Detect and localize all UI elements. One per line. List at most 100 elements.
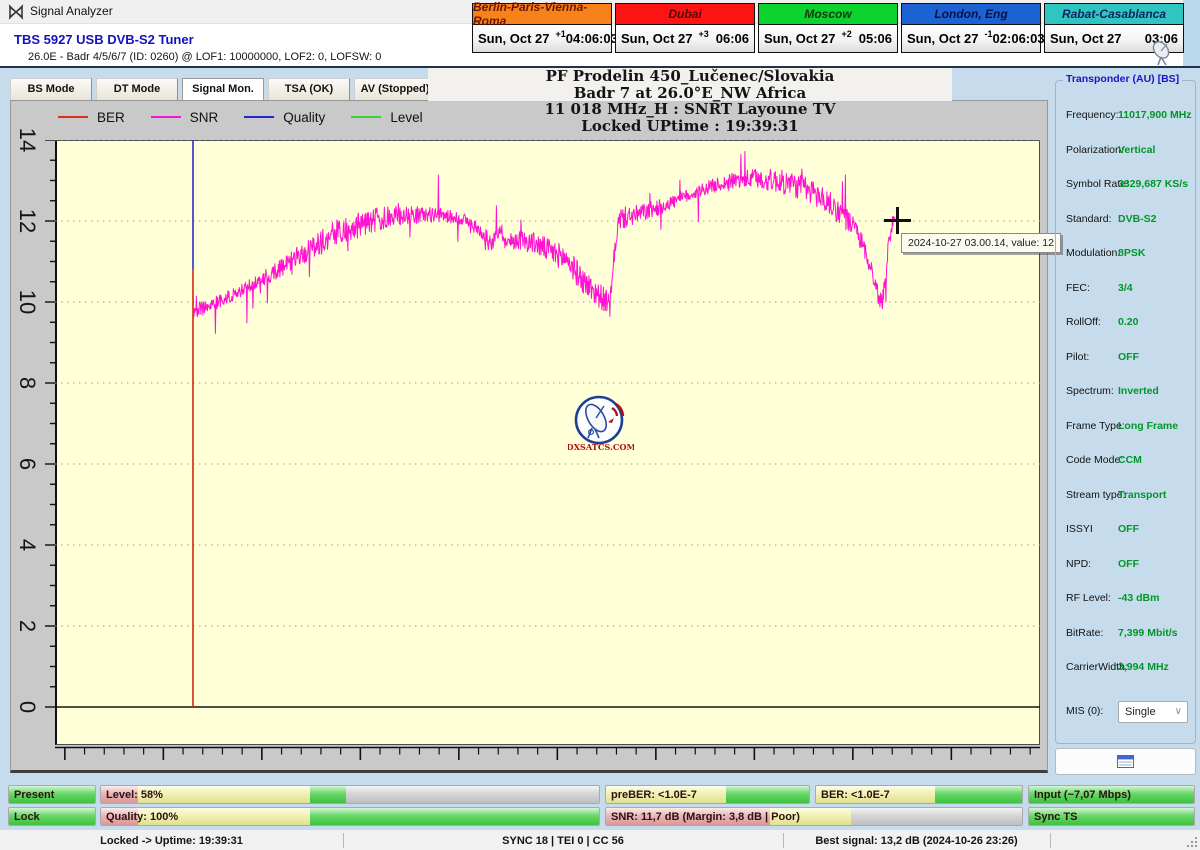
- tab-av-stopped[interactable]: AV (Stopped): [354, 78, 436, 101]
- clock-date: Sun, Oct 27: [764, 31, 836, 46]
- mode-tabs: BS ModeDT ModeSignal Mon.TSA (OK)AV (Sto…: [10, 78, 436, 101]
- satellite-dish-icon: [1148, 40, 1178, 66]
- status-bar-input: Input (~7,07 Mbps): [1028, 785, 1195, 804]
- status-bar-level: Level: 58%: [100, 785, 600, 804]
- clock-city: Berlin-Paris-Vienna-Roma: [473, 4, 611, 25]
- header-line-uptime: Locked UPtime : 19:39:31: [430, 118, 950, 135]
- field-value-9: Long Frame: [1118, 420, 1178, 432]
- crosshair-cursor-v: [896, 207, 899, 234]
- field-label-14: RF Level:: [1066, 592, 1111, 604]
- y-tick-label: 4: [14, 532, 40, 558]
- statusbar-separator: [1050, 833, 1051, 848]
- legend-label: BER: [97, 110, 125, 125]
- tab-signal-mon[interactable]: Signal Mon.: [182, 78, 264, 101]
- clock-utc-offset: -1: [985, 29, 993, 39]
- statusbar-section-2: SYNC 18 | TEI 0 | CC 56: [343, 830, 783, 850]
- field-value-5: 3/4: [1118, 282, 1133, 294]
- x-axis-ticks: [55, 746, 1040, 764]
- chart-header: PF Prodelin 450_Lučenec/Slovakia Badr 7 …: [430, 68, 950, 134]
- legend-item-snr: SNR: [151, 110, 219, 125]
- legend-label: Quality: [283, 110, 325, 125]
- mis-selected-value: Single: [1125, 706, 1156, 718]
- y-tick-label: 0: [14, 694, 40, 720]
- field-label-12: ISSYI: [1066, 523, 1093, 535]
- status-bar-label: Level: 58%: [106, 789, 163, 801]
- field-value-2: 3329,687 KS/s: [1118, 178, 1188, 190]
- app-logo-icon: [8, 4, 24, 20]
- clock-utc-offset: +2: [842, 29, 852, 39]
- field-value-3: DVB-S2: [1118, 213, 1157, 225]
- clock-city: London, Eng: [902, 4, 1040, 25]
- legend-swatch: [244, 116, 274, 118]
- field-label-6: RollOff:: [1066, 316, 1101, 328]
- value-tooltip: 2024-10-27 03.00.14, value: 12: [901, 233, 1061, 253]
- clock-city: Rabat-Casablanca: [1045, 4, 1183, 25]
- status-bar-syncts: Sync TS: [1028, 807, 1195, 826]
- status-bar-quality: Quality: 100%: [100, 807, 600, 826]
- clock-date: Sun, Oct 27: [907, 31, 979, 46]
- clock-utc-offset: +1: [556, 29, 566, 39]
- tuner-subtitle: 26.0E - Badr 4/5/6/7 (ID: 0260) @ LOF1: …: [28, 51, 381, 63]
- legend-label: Level: [390, 110, 422, 125]
- clock-time: 05:06: [859, 31, 892, 46]
- world-clock-2: DubaiSun, Oct 27+306:06: [615, 3, 755, 53]
- status-bar-preber: preBER: <1.0E-7: [605, 785, 810, 804]
- legend-item-quality: Quality: [244, 110, 325, 125]
- field-label-5: FEC:: [1066, 282, 1090, 294]
- clock-date: Sun, Oct 27: [621, 31, 693, 46]
- field-label-8: Spectrum:: [1066, 385, 1114, 397]
- status-bar-snr: SNR: 11,7 dB (Margin: 3,8 dB | Poor): [605, 807, 1023, 826]
- resize-grip[interactable]: [1186, 836, 1198, 848]
- field-value-11: Transport: [1118, 489, 1166, 501]
- y-axis-ticks: [38, 140, 55, 745]
- list-icon: [1117, 755, 1134, 768]
- legend-item-level: Level: [351, 110, 422, 125]
- tab-tsa-ok[interactable]: TSA (OK): [268, 78, 350, 101]
- status-bar-label: BER: <1.0E-7: [821, 789, 890, 801]
- clock-date: Sun, Oct 27: [1050, 31, 1122, 46]
- status-bar-label: preBER: <1.0E-7: [611, 789, 697, 801]
- transponder-panel-title: Transponder (AU) [BS]: [1063, 73, 1182, 85]
- field-label-11: Stream type:: [1066, 489, 1126, 501]
- field-label-1: Polarization:: [1066, 144, 1124, 156]
- world-clock-1: Berlin-Paris-Vienna-RomaSun, Oct 27+104:…: [472, 3, 612, 53]
- y-tick-label: 2: [14, 613, 40, 639]
- field-value-15: 7,399 Mbit/s: [1118, 627, 1178, 639]
- mis-dropdown[interactable]: Single ∨: [1118, 701, 1188, 723]
- tuner-title: TBS 5927 USB DVB-S2 Tuner: [14, 32, 194, 47]
- y-tick-label: 14: [14, 127, 40, 153]
- field-label-0: Frequency:: [1066, 109, 1119, 121]
- field-value-0: 11017,900 MHz: [1118, 109, 1192, 121]
- app-title: Signal Analyzer: [30, 4, 113, 18]
- signal-analyzer-window: Signal Analyzer TBS 5927 USB DVB-S2 Tune…: [0, 0, 1200, 850]
- field-label-13: NPD:: [1066, 558, 1091, 570]
- y-tick-label: 12: [14, 208, 40, 234]
- clock-time: 06:06: [716, 31, 749, 46]
- status-bar-present: Present: [8, 785, 96, 804]
- statusbar: Locked -> Uptime: 19:39:31SYNC 18 | TEI …: [0, 829, 1200, 850]
- field-value-12: OFF: [1118, 523, 1139, 535]
- tab-bs-mode[interactable]: BS Mode: [10, 78, 92, 101]
- clock-utc-offset: +3: [699, 29, 709, 39]
- field-label-4: Modulation:: [1066, 247, 1120, 259]
- field-label-10: Code Mode:: [1066, 454, 1123, 466]
- statusbar-section-1: Locked -> Uptime: 19:39:31: [0, 830, 343, 850]
- status-bar-label: Quality: 100%: [106, 811, 178, 823]
- status-bar-label: Sync TS: [1034, 811, 1077, 823]
- snr-trace: [193, 152, 895, 334]
- chevron-down-icon: ∨: [1175, 702, 1182, 722]
- status-bar-ber: BER: <1.0E-7: [815, 785, 1023, 804]
- clock-time: 04:06:03: [566, 31, 618, 46]
- field-label-3: Standard:: [1066, 213, 1112, 225]
- field-value-1: Vertical: [1118, 144, 1155, 156]
- transponder-list-button[interactable]: [1055, 748, 1196, 775]
- field-value-8: Inverted: [1118, 385, 1159, 397]
- statusbar-section-3: Best signal: 13,2 dB (2024-10-26 23:26): [783, 830, 1050, 850]
- clock-date: Sun, Oct 27: [478, 31, 550, 46]
- snr-chart: [55, 140, 1040, 745]
- statusbar-separator: [783, 833, 784, 848]
- y-tick-label: 6: [14, 451, 40, 477]
- clock-city: Moscow: [759, 4, 897, 25]
- status-bar-label: Present: [14, 789, 54, 801]
- tab-dt-mode[interactable]: DT Mode: [96, 78, 178, 101]
